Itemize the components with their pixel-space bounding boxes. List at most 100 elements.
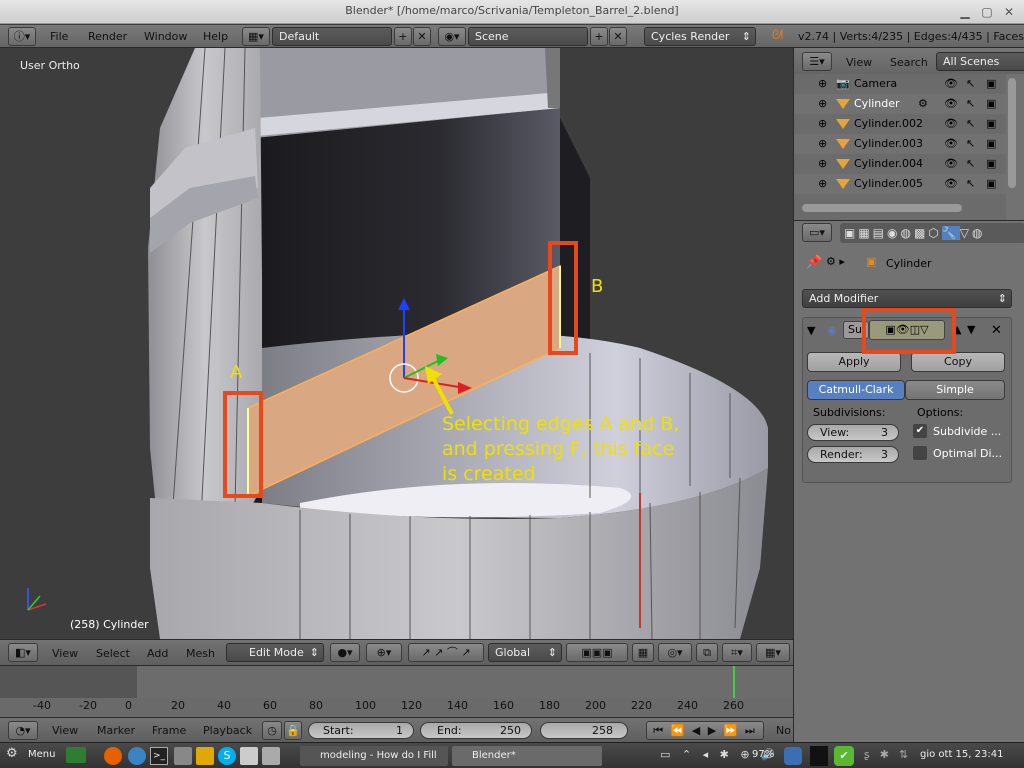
menu-add[interactable]: Add — [147, 647, 168, 660]
copy-button[interactable]: Copy — [911, 352, 1005, 372]
simple-button[interactable]: Simple — [905, 380, 1005, 400]
menu-window[interactable]: Window — [144, 30, 187, 43]
outliner-item[interactable]: ⊕ Cylinder.002 👁 ↖ ▣ — [794, 114, 1006, 134]
menu-mesh[interactable]: Mesh — [186, 647, 215, 660]
mode-selector[interactable]: Edit Mode ⇕ — [226, 643, 324, 662]
outliner-item[interactable]: ⊕ Cylinder.005 👁 ↖ ▣ — [794, 174, 1006, 194]
remove-scene-icon[interactable]: ✕ — [609, 27, 627, 46]
outliner-editor-icon[interactable]: ☰▾ — [802, 52, 832, 71]
tl-menu-marker[interactable]: Marker — [97, 724, 135, 737]
shield-icon[interactable] — [784, 747, 802, 765]
maximize-icon[interactable]: ▢ — [978, 3, 996, 21]
render-subdiv-field[interactable]: Render: 3 — [807, 446, 899, 463]
scene-icon[interactable]: ◉▾ — [438, 27, 466, 46]
close-icon[interactable]: ✕ — [1000, 3, 1018, 21]
calculator-icon[interactable] — [262, 747, 280, 765]
select-cursor-icon[interactable]: ↖ — [966, 94, 975, 114]
3d-viewport[interactable]: User Ortho (258) Cylinder A B Selecting … — [0, 48, 793, 639]
pivot-icon[interactable]: ⊕▾ — [366, 643, 402, 662]
skype-icon[interactable]: S — [218, 747, 236, 765]
lock-icon[interactable]: 🔒 — [284, 721, 302, 740]
properties-editor-icon[interactable]: ▭▾ — [802, 223, 832, 242]
outliner-hscrollbar[interactable] — [802, 204, 962, 212]
menu-help[interactable]: Help — [203, 30, 228, 43]
select-cursor-icon[interactable]: ↖ — [966, 74, 975, 94]
render-camera-icon[interactable]: ▣ — [986, 74, 996, 94]
shading-icon[interactable]: ●▾ — [330, 643, 360, 662]
timeline-editor-icon[interactable]: ◔▾ — [8, 721, 38, 740]
visibility-icon[interactable]: 👁 — [944, 154, 958, 174]
outliner-search[interactable]: Search — [890, 56, 928, 69]
view-subdiv-field[interactable]: View: 3 — [807, 424, 899, 441]
menu-view[interactable]: View — [52, 647, 78, 660]
properties-tabs[interactable]: ▣▦▤◉◍▩⬡🔧▽◍ — [840, 223, 1024, 243]
orientation-selector[interactable]: Global ⇕ — [488, 643, 562, 662]
add-scene-icon[interactable]: + — [590, 27, 608, 46]
expand-icon[interactable]: ⊕ — [818, 154, 827, 174]
update-check-icon[interactable]: ✔ — [834, 746, 854, 766]
pin-icon[interactable]: 📌 — [806, 255, 822, 270]
outliner-vscrollbar[interactable] — [1008, 78, 1016, 188]
visibility-icon[interactable]: 👁 — [944, 114, 958, 134]
menu-render[interactable]: Render — [88, 30, 127, 43]
select-cursor-icon[interactable]: ↖ — [966, 114, 975, 134]
chromium-icon[interactable] — [128, 747, 146, 765]
start-menu-label[interactable]: Menu — [28, 749, 55, 760]
tl-menu-frame[interactable]: Frame — [152, 724, 186, 737]
start-frame-field[interactable]: Start: 1 — [308, 722, 414, 739]
proportional-icon[interactable]: ◎▾ — [658, 643, 692, 662]
editor-type-icon[interactable]: ◧▾ — [8, 643, 38, 662]
render-engine-selector[interactable]: Cycles Render ⇕ — [644, 27, 756, 46]
manipulator-icons[interactable]: ↗ ↗ ⌒ ↗ — [408, 643, 484, 662]
expand-icon[interactable]: ⊕ — [818, 114, 827, 134]
tl-menu-view[interactable]: View — [52, 724, 78, 737]
outliner-item[interactable]: ⊕ Cylinder.004 👁 ↖ ▣ — [794, 154, 1006, 174]
collapse-icon[interactable]: ▼ — [807, 324, 815, 337]
playback-controls[interactable]: ⏮ ⏪ ◀ ▶ ⏩ ⏭ — [646, 721, 764, 740]
snap-icon[interactable]: ⧉ — [696, 643, 718, 662]
task-blender[interactable]: Blender* [/home/marco/... — [452, 746, 602, 766]
layer-icons[interactable]: ▣▣▣ — [566, 643, 628, 662]
layout-grid-icon[interactable]: ▦▾ — [242, 27, 270, 46]
files-icon[interactable] — [174, 747, 192, 765]
remove-modifier-icon[interactable]: ✕ — [991, 323, 1002, 338]
task-modeling[interactable]: modeling - How do I Fill ... — [300, 746, 448, 766]
visibility-icon[interactable]: 👁 — [944, 174, 958, 194]
scene-selector[interactable]: Scene — [468, 27, 588, 46]
menu-file[interactable]: File — [50, 30, 68, 43]
visibility-icon[interactable]: 👁 — [944, 74, 958, 94]
add-layout-icon[interactable]: + — [394, 27, 412, 46]
catmull-clark-button[interactable]: Catmull-Clark — [807, 380, 905, 400]
visibility-icon[interactable]: 👁 — [944, 134, 958, 154]
remove-layout-icon[interactable]: ✕ — [413, 27, 431, 46]
minimize-icon[interactable]: ▁ — [956, 3, 974, 21]
notes-icon[interactable] — [240, 747, 258, 765]
snap-element-icon[interactable]: ⌗▾ — [722, 643, 752, 662]
outliner-view[interactable]: View — [846, 56, 872, 69]
visibility-icon[interactable]: 👁 — [944, 94, 958, 114]
outliner-item[interactable]: ⊕ Cylinder ⚙ 👁 ↖ ▣ — [794, 94, 1006, 114]
expand-icon[interactable]: ⊕ — [818, 74, 827, 94]
select-cursor-icon[interactable]: ↖ — [966, 154, 975, 174]
gear-icon[interactable]: ⚙ — [6, 746, 18, 761]
select-cursor-icon[interactable]: ↖ — [966, 174, 975, 194]
render-camera-icon[interactable]: ▣ — [986, 134, 996, 154]
move-down-icon[interactable]: ▼ — [967, 323, 975, 336]
render-icon[interactable]: ▦▾ — [756, 643, 790, 662]
tl-menu-playback[interactable]: Playback — [203, 724, 252, 737]
occlude-icon[interactable]: ▦ — [632, 643, 654, 662]
status-icons[interactable]: ʂ✱⇅ — [864, 748, 918, 761]
render-camera-icon[interactable]: ▣ — [986, 114, 996, 134]
app-icon[interactable] — [810, 746, 828, 766]
render-camera-icon[interactable]: ▣ — [986, 94, 996, 114]
expand-icon[interactable]: ⊕ — [818, 94, 827, 114]
optimal-display-checkbox[interactable] — [913, 446, 927, 460]
outliner-display-selector[interactable]: All Scenes — [936, 52, 1024, 71]
keying-icon[interactable]: ◷ — [262, 721, 282, 740]
outliner-item[interactable]: ⊕ Cylinder.003 👁 ↖ ▣ — [794, 134, 1006, 154]
subdivide-uvs-checkbox[interactable]: ✔ — [913, 424, 927, 438]
current-frame-field[interactable]: 258 — [540, 722, 628, 739]
end-frame-field[interactable]: End: 250 — [420, 722, 532, 739]
info-editor-icon[interactable]: ⓘ▾ — [8, 27, 36, 46]
terminal-icon[interactable]: >_ — [150, 747, 168, 765]
